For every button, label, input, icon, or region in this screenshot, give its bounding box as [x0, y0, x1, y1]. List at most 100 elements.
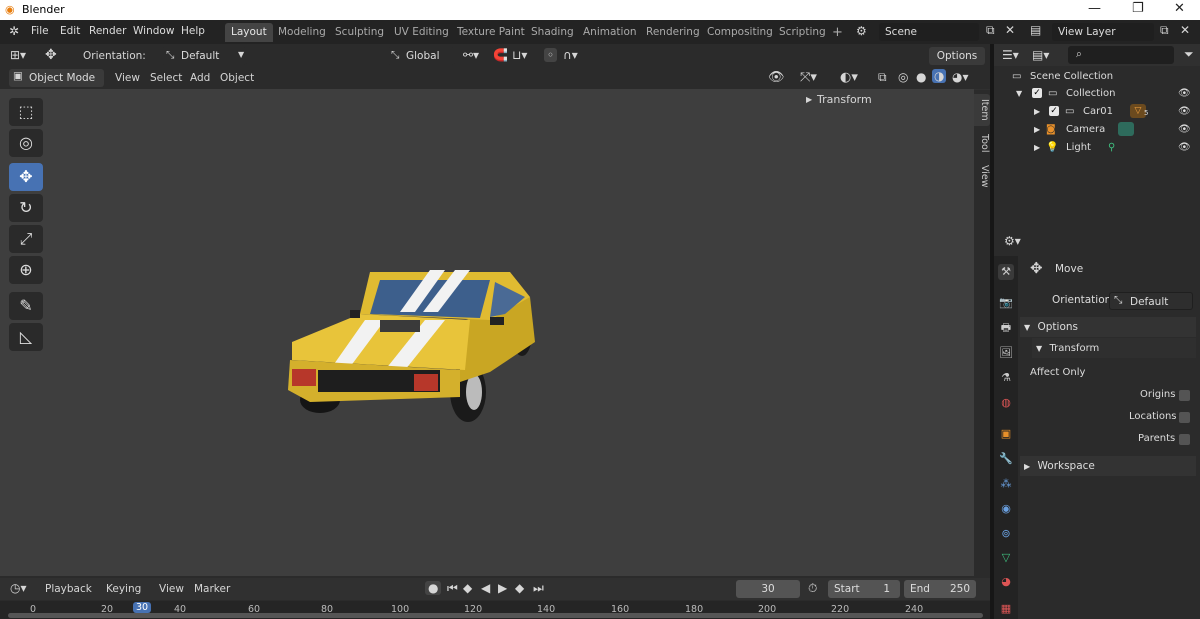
close-button[interactable]: ✕ [1174, 1, 1185, 16]
properties-editor-icon[interactable]: ⚙▾ [1004, 234, 1021, 248]
menu-help[interactable]: Help [181, 25, 205, 37]
stopwatch-icon[interactable]: ⏱ [808, 581, 817, 596]
tab-compositing[interactable]: Compositing [701, 23, 779, 42]
outliner-scene-collection[interactable]: ▭ Scene Collection [994, 68, 1200, 85]
select-box-tool[interactable]: ⬚ [9, 98, 43, 126]
tab-shading[interactable]: Shading [525, 23, 580, 42]
view-layer-field[interactable]: View Layer [1052, 23, 1154, 41]
eye-icon[interactable]: 👁 [1178, 139, 1191, 156]
annotate-tool[interactable]: ✎ [9, 292, 43, 320]
eye-icon[interactable]: 👁 [1178, 121, 1191, 138]
tab-uv-editing[interactable]: UV Editing [388, 23, 455, 42]
xray-icon[interactable]: ⧉ [878, 70, 887, 85]
eye-icon[interactable]: 👁 [1178, 85, 1191, 102]
camera-data-icon[interactable] [1118, 122, 1134, 136]
visibility-eye-icon[interactable]: 👁 [768, 70, 785, 85]
scene-name-field[interactable]: Scene [879, 23, 979, 41]
gizmo-icon[interactable]: ⤧▾ [800, 70, 817, 85]
transform-subsection-header[interactable]: ▼ Transform [1032, 338, 1196, 358]
menu-window[interactable]: Window [133, 25, 174, 37]
outliner-item-collection[interactable]: ▼ ✓ ▭ Collection 👁 [994, 85, 1200, 102]
options-section-header[interactable]: ▼ Options [1020, 317, 1196, 337]
transform-expand-icon[interactable]: ▶ [806, 95, 812, 104]
output-properties-icon[interactable]: 🖶 [998, 320, 1014, 336]
transform-tool[interactable]: ⊕ [9, 256, 43, 284]
viewport-menu-add[interactable]: Add [190, 72, 210, 84]
world-properties-icon[interactable]: ◍ [998, 395, 1014, 411]
npanel-tab-item[interactable]: Item [974, 94, 990, 126]
timeline-menu-playback[interactable]: Playback [45, 583, 92, 595]
npanel-tab-view[interactable]: View [974, 160, 990, 192]
object-data-properties-icon[interactable]: ▽ [998, 550, 1014, 566]
outliner-editor-icon[interactable]: ☰▾ [1002, 48, 1019, 62]
falloff-icon[interactable]: ∩▾ [563, 48, 578, 62]
overlays-icon[interactable]: ◐▾ [840, 70, 858, 85]
jump-start-icon[interactable]: ⏮ [447, 581, 458, 596]
car01-checkbox[interactable]: ✓ [1049, 106, 1059, 116]
workspace-section-header[interactable]: ▶ Workspace [1020, 456, 1196, 476]
end-frame-field[interactable]: End 250 [904, 580, 976, 598]
solid-shading-icon[interactable]: ● [916, 70, 926, 84]
particles-properties-icon[interactable]: ⁂ [998, 476, 1014, 492]
blender-menu-icon[interactable]: ✲ [9, 24, 19, 38]
outliner-item-light[interactable]: ▶ 💡 Light ⚲ 👁 [994, 139, 1200, 156]
parents-checkbox[interactable] [1179, 434, 1190, 445]
measure-tool[interactable]: ◺ [9, 323, 43, 351]
proportional-edit-icon[interactable]: ◦ [544, 48, 558, 62]
modifier-properties-icon[interactable]: 🔧 [998, 451, 1014, 467]
display-mode-icon[interactable]: ▤▾ [1032, 48, 1049, 62]
rotate-tool[interactable]: ↻ [9, 194, 43, 222]
material-properties-icon[interactable]: ◕ [998, 574, 1014, 590]
start-frame-field[interactable]: Start 1 [828, 580, 900, 598]
expand-arrow-icon[interactable]: ▶ [1034, 139, 1040, 156]
tab-scripting[interactable]: Scripting [773, 23, 832, 42]
prev-keyframe-icon[interactable]: ◆ [463, 581, 472, 595]
collection-checkbox[interactable]: ✓ [1032, 88, 1042, 98]
menu-edit[interactable]: Edit [60, 25, 80, 37]
restore-button[interactable]: ❐ [1132, 1, 1144, 16]
snap-icon[interactable]: 🧲 [493, 48, 508, 62]
timeline-editor-icon[interactable]: ◷▾ [10, 581, 27, 595]
expand-arrow-icon[interactable]: ▶ [1034, 103, 1040, 120]
origins-checkbox[interactable] [1179, 390, 1190, 401]
menu-file[interactable]: File [31, 25, 49, 37]
scene-icon[interactable]: ⚙ [856, 24, 867, 38]
delete-scene-icon[interactable]: ✕ [1005, 23, 1015, 37]
mode-dropdown[interactable]: Object Mode [9, 69, 104, 87]
timeline-scrollbar[interactable] [8, 613, 983, 618]
options-dropdown[interactable]: Options [929, 47, 985, 65]
car-model[interactable] [280, 262, 550, 432]
view-layer-icon[interactable]: ▤ [1030, 23, 1041, 37]
expand-arrow-icon[interactable]: ▶ [1034, 121, 1040, 138]
viewport-menu-select[interactable]: Select [150, 72, 182, 84]
current-frame-field[interactable]: 30 [736, 580, 800, 598]
outliner-item-car01[interactable]: ▶ ✓ ▭ Car01 ▽ 5 👁 [994, 103, 1200, 120]
add-workspace-button[interactable]: + [826, 23, 849, 42]
next-keyframe-icon[interactable]: ◆ [515, 581, 524, 595]
object-properties-icon[interactable]: ▣ [998, 426, 1014, 442]
render-properties-icon[interactable]: 📷 [998, 295, 1014, 311]
tab-layout[interactable]: Layout [225, 23, 273, 42]
move-tool[interactable]: ✥ [9, 163, 43, 191]
constraints-properties-icon[interactable]: ⊚ [998, 526, 1014, 542]
scale-tool[interactable]: ⤢ [9, 225, 43, 253]
menu-render[interactable]: Render [89, 25, 126, 37]
play-icon[interactable]: ▶ [498, 581, 507, 595]
wireframe-shading-icon[interactable]: ◎ [898, 70, 908, 84]
viewport-menu-view[interactable]: View [115, 72, 140, 84]
physics-properties-icon[interactable]: ◉ [998, 501, 1014, 517]
scene-properties-icon[interactable]: ⚗ [998, 370, 1014, 386]
rendered-shading-icon[interactable]: ◕▾ [952, 70, 969, 84]
pivot-icon[interactable]: ⚯▾ [463, 48, 479, 62]
eye-icon[interactable]: 👁 [1178, 103, 1191, 120]
tab-sculpting[interactable]: Sculpting [329, 23, 390, 42]
npanel-tab-tool[interactable]: Tool [974, 128, 990, 158]
cursor-tool[interactable]: ◎ [9, 129, 43, 157]
timeline-menu-keying[interactable]: Keying [106, 583, 141, 595]
minimize-button[interactable]: — [1088, 1, 1101, 16]
texture-properties-icon[interactable]: ▦ [998, 601, 1014, 617]
delete-view-layer-icon[interactable]: ✕ [1180, 23, 1190, 37]
record-button-icon[interactable]: ● [425, 581, 442, 595]
expand-arrow-icon[interactable]: ▼ [1016, 85, 1022, 102]
tab-modeling[interactable]: Modeling [272, 23, 332, 42]
